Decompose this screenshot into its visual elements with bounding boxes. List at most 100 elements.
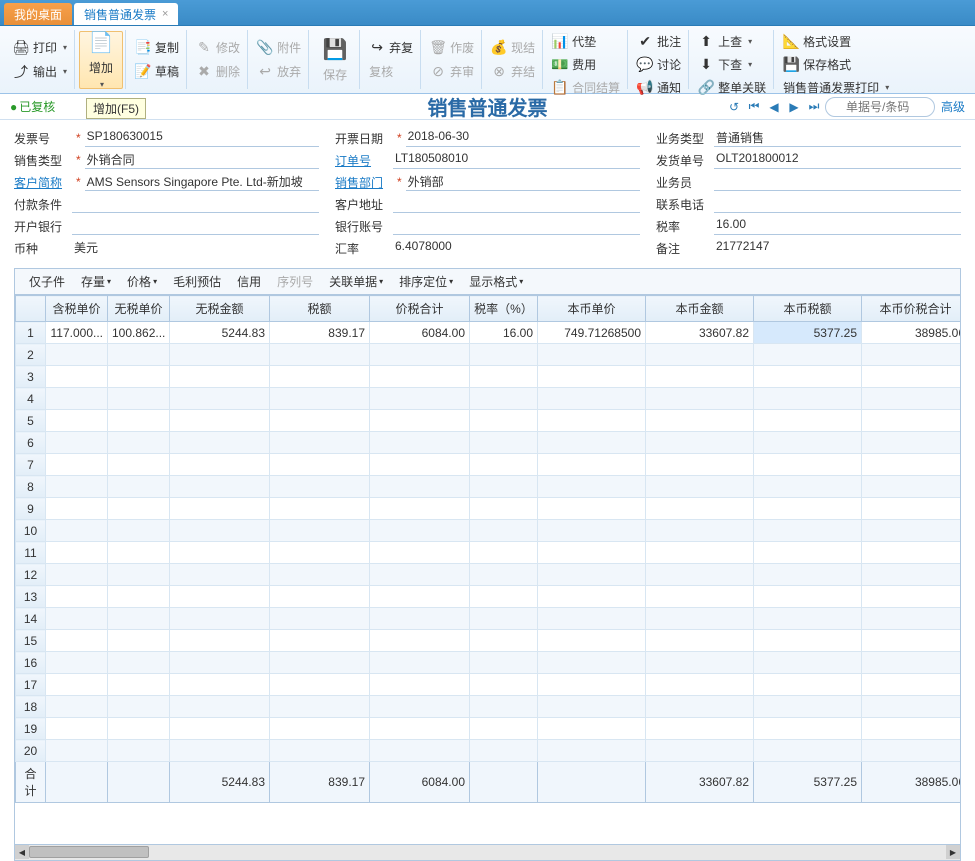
grid-cell[interactable] xyxy=(646,542,754,564)
col-2[interactable]: 无税金额 xyxy=(170,296,270,322)
grid-cell[interactable] xyxy=(270,366,370,388)
label-order-no[interactable]: 订单号 xyxy=(335,152,393,169)
discard-settle-button[interactable]: ⊗弃结 xyxy=(486,60,540,83)
grid-cell[interactable] xyxy=(754,630,862,652)
grid-cell[interactable] xyxy=(470,696,538,718)
up-button[interactable]: ⬆上查▾ xyxy=(693,30,771,53)
close-doc-button[interactable]: ⊘弃审 xyxy=(425,60,479,83)
grid-cell[interactable] xyxy=(754,696,862,718)
table-row[interactable]: 12 xyxy=(16,564,962,586)
field-rate[interactable]: 6.4078000 xyxy=(393,239,640,257)
field-order-no[interactable]: LT180508010 xyxy=(393,151,640,169)
grid-cell[interactable] xyxy=(370,564,470,586)
table-row[interactable]: 8 xyxy=(16,476,962,498)
col-0[interactable]: 含税单价 xyxy=(46,296,108,322)
grid-cell[interactable] xyxy=(470,388,538,410)
grid-cell[interactable] xyxy=(470,542,538,564)
col-4[interactable]: 价税合计 xyxy=(370,296,470,322)
gt-child[interactable]: 仅子件 xyxy=(23,271,71,292)
row-number[interactable]: 10 xyxy=(16,520,46,542)
grid-cell[interactable] xyxy=(370,740,470,762)
col-6[interactable]: 本币单价 xyxy=(538,296,646,322)
grid-cell[interactable] xyxy=(862,674,962,696)
grid-cell[interactable] xyxy=(646,718,754,740)
col-1[interactable]: 无税单价 xyxy=(108,296,170,322)
save-format-button[interactable]: 💾保存格式 xyxy=(778,53,894,76)
table-row[interactable]: 10 xyxy=(16,520,962,542)
format-button[interactable]: 📐格式设置 xyxy=(778,30,894,53)
row-number[interactable]: 13 xyxy=(16,586,46,608)
undo-button[interactable]: ↺ xyxy=(725,98,743,116)
scroll-right-button[interactable]: ▶ xyxy=(946,845,960,859)
grid-cell[interactable] xyxy=(470,586,538,608)
table-row[interactable]: 14 xyxy=(16,608,962,630)
grid-cell[interactable] xyxy=(370,674,470,696)
grid-cell[interactable] xyxy=(370,498,470,520)
row-number[interactable]: 1 xyxy=(16,322,46,344)
grid-cell[interactable] xyxy=(46,388,108,410)
tab-desktop[interactable]: 我的桌面 xyxy=(4,3,72,25)
table-row[interactable]: 9 xyxy=(16,498,962,520)
grid-cell[interactable] xyxy=(538,432,646,454)
col-5[interactable]: 税率（%） xyxy=(470,296,538,322)
grid-cell[interactable] xyxy=(538,366,646,388)
gt-credit[interactable]: 信用 xyxy=(231,271,267,292)
grid-cell[interactable]: 117.000... xyxy=(46,322,108,344)
grid-cell[interactable] xyxy=(862,454,962,476)
audit-again-button[interactable]: 复核 xyxy=(364,60,418,83)
grid-cell[interactable] xyxy=(170,718,270,740)
row-number[interactable]: 11 xyxy=(16,542,46,564)
grid-cell[interactable] xyxy=(646,366,754,388)
grid-cell[interactable] xyxy=(754,454,862,476)
abandon-button[interactable]: ↩放弃 xyxy=(252,60,306,83)
grid-cell[interactable] xyxy=(46,696,108,718)
grid-cell[interactable] xyxy=(470,718,538,740)
field-tax-rate[interactable]: 16.00 xyxy=(714,217,961,235)
grid-cell[interactable] xyxy=(46,432,108,454)
col-7[interactable]: 本币金额 xyxy=(646,296,754,322)
grid-cell[interactable] xyxy=(754,542,862,564)
label-dept[interactable]: 销售部门 xyxy=(335,174,393,191)
table-row[interactable]: 15 xyxy=(16,630,962,652)
grid-cell[interactable] xyxy=(370,542,470,564)
close-icon[interactable]: × xyxy=(162,8,168,20)
prev-button[interactable]: ◀ xyxy=(765,98,783,116)
grid-cell[interactable] xyxy=(538,608,646,630)
scroll-thumb[interactable] xyxy=(29,846,149,858)
grid-cell[interactable] xyxy=(170,608,270,630)
grid-cell[interactable] xyxy=(46,520,108,542)
grid-cell[interactable] xyxy=(370,366,470,388)
grid-cell[interactable]: 100.862... xyxy=(108,322,170,344)
grid-cell[interactable] xyxy=(470,564,538,586)
table-row[interactable]: 5 xyxy=(16,410,962,432)
grid-cell[interactable] xyxy=(370,586,470,608)
grid-cell[interactable] xyxy=(370,520,470,542)
first-button[interactable]: ⏮ xyxy=(745,98,763,116)
grid-cell[interactable] xyxy=(646,476,754,498)
grid-cell[interactable] xyxy=(170,498,270,520)
grid-cell[interactable] xyxy=(108,410,170,432)
grid-cell[interactable] xyxy=(108,454,170,476)
grid-cell[interactable] xyxy=(370,630,470,652)
grid-cell[interactable] xyxy=(538,630,646,652)
grid-cell[interactable] xyxy=(170,410,270,432)
grid-cell[interactable] xyxy=(538,454,646,476)
grid-cell[interactable] xyxy=(270,454,370,476)
grid-cell[interactable] xyxy=(862,476,962,498)
grid-cell[interactable] xyxy=(862,388,962,410)
grid-cell[interactable]: 38985.06 xyxy=(862,322,962,344)
grid-cell[interactable] xyxy=(754,476,862,498)
row-number[interactable]: 14 xyxy=(16,608,46,630)
grid-cell[interactable] xyxy=(646,432,754,454)
grid-cell[interactable] xyxy=(862,718,962,740)
grid-cell[interactable] xyxy=(470,410,538,432)
grid-cell[interactable] xyxy=(754,520,862,542)
table-row[interactable]: 20 xyxy=(16,740,962,762)
grid-cell[interactable] xyxy=(108,520,170,542)
grid-cell[interactable] xyxy=(170,674,270,696)
grid-cell[interactable] xyxy=(108,564,170,586)
grid-cell[interactable] xyxy=(646,344,754,366)
grid-cell[interactable] xyxy=(46,366,108,388)
field-phone[interactable] xyxy=(714,195,961,213)
grid-cell[interactable] xyxy=(370,608,470,630)
